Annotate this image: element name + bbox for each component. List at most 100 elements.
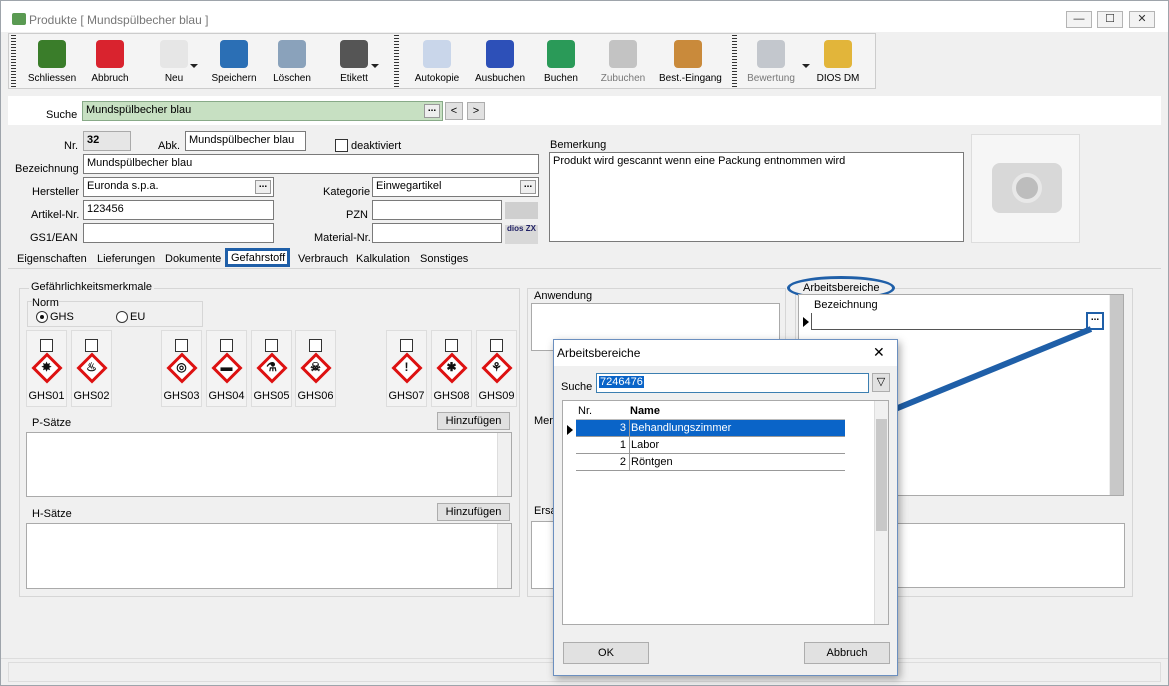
hersteller-field[interactable]: Euronda s.p.a.... — [83, 177, 274, 197]
merkmal-label: Mer — [534, 415, 553, 427]
etikett-dropdown-arrow-icon[interactable] — [371, 64, 379, 68]
dialog-table-row[interactable]: 3 Behandlungszimmer — [576, 420, 845, 437]
kategorie-value: Einwegartikel — [376, 180, 442, 192]
close-window-button[interactable]: ✕ — [1129, 11, 1155, 28]
minimize-button[interactable]: — — [1066, 11, 1092, 28]
tab-dokumente[interactable]: Dokumente — [161, 250, 223, 269]
ghs-checkbox[interactable] — [309, 339, 322, 352]
toolbar-button-label: Ausbuchen — [474, 73, 526, 84]
toolbar-button-label: Buchen — [544, 73, 578, 84]
toolbar-button-ausbuchen[interactable]: Ausbuchen — [471, 34, 529, 88]
dialog-table-row[interactable]: 2 Röntgen — [576, 454, 845, 471]
toolbar-button-label: Speichern — [211, 73, 257, 84]
deaktiviert-checkbox[interactable] — [335, 139, 348, 152]
norm-label: Norm — [32, 297, 59, 309]
dialog-scroll-thumb[interactable] — [876, 419, 887, 531]
toolbar-button-best-eingang[interactable]: Best.-Eingang — [659, 34, 722, 88]
toolbar-button-autokopie[interactable]: Autokopie — [408, 34, 466, 88]
p-saetze-scrollbar[interactable] — [497, 433, 511, 496]
material-nr-field[interactable] — [372, 223, 502, 243]
toolbar-button-neu[interactable]: Neu — [145, 34, 203, 88]
ghs-radio[interactable] — [36, 311, 48, 323]
dios-zx-icon[interactable]: dios ZX — [505, 225, 538, 244]
hazard-symbol-icon: ✱ — [446, 360, 457, 374]
ghs-checkbox[interactable] — [220, 339, 233, 352]
tab-strip-line — [8, 268, 1161, 269]
toolbar-button-bewertung[interactable]: Bewertung — [742, 34, 800, 88]
anwendung-label: Anwendung — [534, 290, 593, 302]
ghs-checkbox[interactable] — [40, 339, 53, 352]
toolbar-button-buchen[interactable]: Buchen — [532, 34, 590, 88]
tab-sonstiges[interactable]: Sonstiges — [416, 250, 471, 269]
hersteller-browse-button[interactable]: ... — [255, 180, 271, 194]
neu-dropdown-arrow-icon[interactable] — [190, 64, 198, 68]
dialog-scrollbar[interactable] — [874, 401, 888, 624]
product-image[interactable] — [971, 134, 1080, 243]
h-saetze-add-button[interactable]: Hinzufügen — [437, 503, 510, 521]
tab-eigenschaften[interactable]: Eigenschaften — [13, 250, 91, 269]
schliessen-icon — [38, 40, 66, 68]
hazard-symbol-icon: ◎ — [176, 360, 187, 374]
pzn-action-button[interactable] — [505, 202, 538, 219]
toolbar-button-speichern[interactable]: Speichern — [205, 34, 263, 88]
right-bottom-field[interactable] — [897, 523, 1125, 588]
row-pointer-icon — [803, 317, 809, 327]
tab-gefahrstoff[interactable]: Gefahrstoff — [225, 248, 290, 267]
dialog-search-label: Suche — [561, 381, 593, 393]
ghs-checkbox[interactable] — [400, 339, 413, 352]
maximize-button[interactable]: ☐ — [1097, 11, 1123, 28]
gs1-ean-label: GS1/EAN — [30, 232, 78, 244]
pzn-field[interactable] — [372, 200, 502, 220]
ghs-checkbox[interactable] — [265, 339, 278, 352]
löschen-icon — [278, 40, 306, 68]
kategorie-field[interactable]: Einwegartikel... — [372, 177, 539, 197]
tab-lieferungen[interactable]: Lieferungen — [93, 250, 159, 269]
search-input[interactable]: Mundspülbecher blau — [82, 101, 443, 121]
ghs-item-ghs05: ⚗ GHS05 — [251, 330, 292, 407]
ghs-checkbox[interactable] — [490, 339, 503, 352]
tab-verbrauch[interactable]: Verbrauch — [294, 250, 350, 269]
toolbar-button-abbruch[interactable]: Abbruch — [81, 34, 139, 88]
dialog-table-row[interactable]: 1 Labor — [576, 437, 845, 454]
dialog-cancel-button[interactable]: Abbruch — [804, 642, 890, 664]
ghs-checkbox[interactable] — [175, 339, 188, 352]
toolbar-button-zubuchen[interactable]: Zubuchen — [594, 34, 652, 88]
eu-radio[interactable] — [116, 311, 128, 323]
prev-record-button[interactable]: < — [445, 102, 463, 120]
ghs-checkbox[interactable] — [445, 339, 458, 352]
toolbar-button-etikett[interactable]: Etikett — [325, 34, 383, 88]
row-nr-cell: 2 — [619, 456, 626, 468]
arbeitsbereiche-scrollbar[interactable] — [1109, 295, 1123, 495]
bemerkung-field[interactable]: Produkt wird gescannt wenn eine Packung … — [549, 152, 964, 242]
ghs-label: GHS06 — [297, 390, 334, 402]
ghs-item-ghs02: ♨ GHS02 — [71, 330, 112, 407]
artikel-nr-field[interactable]: 123456 — [83, 200, 274, 220]
toolbar-button-löschen[interactable]: Löschen — [263, 34, 321, 88]
abk-field[interactable]: Mundspülbecher blau — [185, 131, 306, 151]
filter-icon[interactable]: ▽ — [872, 373, 890, 392]
speichern-icon — [220, 40, 248, 68]
dialog-close-button[interactable]: ✕ — [873, 344, 885, 361]
p-saetze-list[interactable] — [26, 432, 512, 497]
toolbar-button-dios-dm[interactable]: DIOS DM — [809, 34, 867, 88]
ghs-item-ghs09: ⚘ GHS09 — [476, 330, 517, 407]
h-saetze-list[interactable] — [26, 523, 512, 589]
dialog-ok-button[interactable]: OK — [563, 642, 649, 664]
hersteller-label: Hersteller — [32, 186, 80, 198]
bewertung-dropdown-arrow-icon[interactable] — [802, 64, 810, 68]
ghs-checkbox[interactable] — [85, 339, 98, 352]
search-browse-button[interactable]: ... — [424, 104, 440, 118]
gs1-ean-field[interactable] — [83, 223, 274, 243]
hazard-symbol-icon: ⚘ — [491, 360, 502, 374]
p-saetze-add-button[interactable]: Hinzufügen — [437, 412, 510, 430]
dialog-search-input[interactable]: 7246476 — [596, 373, 869, 393]
kategorie-browse-button[interactable]: ... — [520, 180, 536, 194]
ghs-label: GHS07 — [388, 390, 425, 402]
tab-kalkulation[interactable]: Kalkulation — [352, 250, 414, 269]
ghs-label: GHS02 — [73, 390, 110, 402]
row-name-cell: Labor — [631, 439, 660, 451]
next-record-button[interactable]: > — [467, 102, 485, 120]
toolbar-button-schliessen[interactable]: Schliessen — [23, 34, 81, 88]
h-saetze-scrollbar[interactable] — [497, 524, 511, 588]
bezeichnung-field[interactable]: Mundspülbecher blau — [83, 154, 539, 174]
